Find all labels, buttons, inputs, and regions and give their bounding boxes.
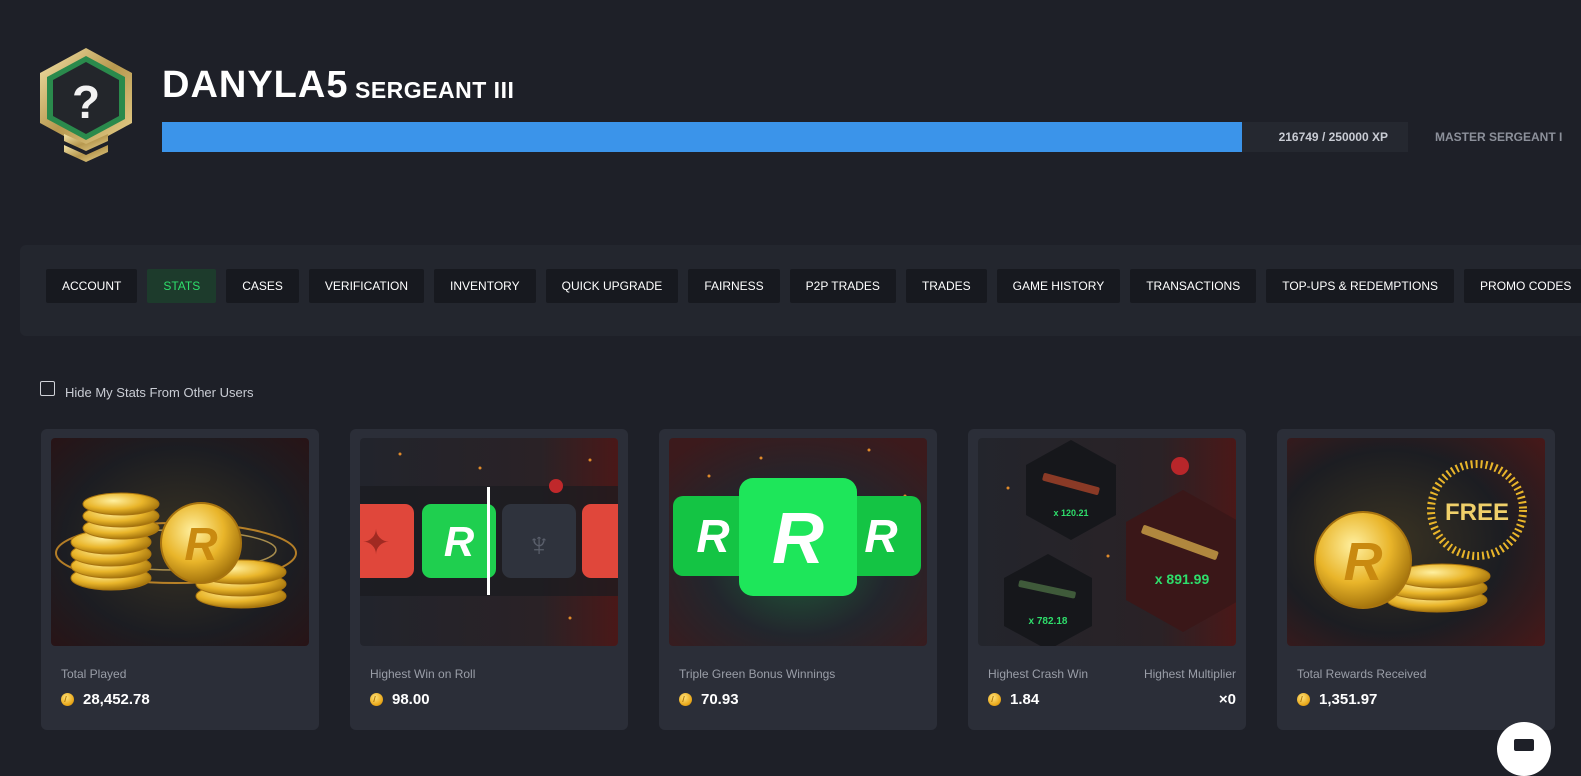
chat-icon[interactable] bbox=[1497, 722, 1551, 776]
card-value-row: 98.00 bbox=[370, 691, 430, 708]
tab-game-history[interactable]: GAME HISTORY bbox=[996, 269, 1121, 303]
card-value: 70.93 bbox=[701, 691, 739, 708]
next-rank: MASTER SERGEANT I bbox=[1435, 130, 1563, 144]
card-value-row: 1,351.97 bbox=[1297, 691, 1377, 708]
svg-text:R: R bbox=[184, 518, 217, 570]
coin-icon bbox=[988, 693, 1001, 706]
svg-text:✦: ✦ bbox=[362, 524, 391, 562]
xp-progress-bar: 216749 / 250000 XP bbox=[162, 122, 1408, 152]
coin-icon bbox=[61, 693, 74, 706]
tab-p2p-trades[interactable]: P2P TRADES bbox=[789, 269, 896, 303]
svg-text:♆: ♆ bbox=[526, 526, 552, 564]
free-text: FREE bbox=[1445, 499, 1509, 526]
tab-account[interactable]: ACCOUNT bbox=[46, 269, 138, 303]
hide-stats-row[interactable]: Hide My Stats From Other Users bbox=[40, 381, 254, 400]
coins-pile-image: R bbox=[51, 438, 309, 646]
tab-stats[interactable]: STATS bbox=[147, 269, 217, 303]
tab-transactions[interactable]: TRANSACTIONS bbox=[1130, 269, 1257, 303]
card-value-secondary: ×0 bbox=[1218, 691, 1236, 708]
card-label: Highest Win on Roll bbox=[370, 667, 476, 681]
svg-text:R: R bbox=[444, 518, 475, 565]
profile-tabs-panel: ACCOUNT STATS CASES VERIFICATION INVENTORY QU… bbox=[20, 245, 1581, 336]
multiplier-label: x 782.18 bbox=[1029, 616, 1068, 627]
card-value-row: 70.93 bbox=[679, 691, 739, 708]
svg-text:?: ? bbox=[72, 76, 100, 128]
card-value-row: 1.84 bbox=[988, 691, 1039, 708]
coin-icon bbox=[679, 693, 692, 706]
current-rank: SERGEANT III bbox=[355, 77, 515, 103]
tab-trades[interactable]: TRADES bbox=[905, 269, 987, 303]
triple-green-image: R R R bbox=[669, 438, 927, 646]
tab-quick-upgrade[interactable]: QUICK UPGRADE bbox=[545, 269, 679, 303]
card-label: Highest Crash Win bbox=[988, 667, 1089, 681]
card-label: Triple Green Bonus Winnings bbox=[679, 667, 836, 681]
card-value: 98.00 bbox=[392, 691, 430, 708]
xp-progress-fill bbox=[162, 122, 1243, 152]
card-value: 28,452.78 bbox=[83, 691, 150, 708]
card-value: 1,351.97 bbox=[1319, 691, 1378, 708]
coin-icon bbox=[370, 693, 383, 706]
crash-weapons-image: x 120.21 x 891.99 x 782.18 bbox=[978, 438, 1236, 646]
card-label: Total Rewards Received bbox=[1297, 667, 1427, 681]
stat-card-highest-crash: x 120.21 x 891.99 x 782.18 Highest Crash… bbox=[968, 429, 1246, 730]
svg-text:R: R bbox=[1344, 532, 1383, 592]
profile-tabs: ACCOUNT STATS CASES VERIFICATION INVENTORY QU… bbox=[46, 269, 1581, 303]
stat-card-total-played: R Total Played 28,452.78 bbox=[41, 429, 319, 730]
tab-cases[interactable]: CASES bbox=[226, 269, 299, 303]
stat-card-highest-win-roll: ✦ R ♆ Highest Win on Roll 98.00 bbox=[350, 429, 628, 730]
card-value: 1.84 bbox=[1010, 691, 1040, 708]
tab-verification[interactable]: VERIFICATION bbox=[308, 269, 425, 303]
tab-top-ups-redemptions[interactable]: TOP-UPS & REDEMPTIONS bbox=[1266, 269, 1455, 303]
tab-promo-codes[interactable]: PROMO CODES bbox=[1464, 269, 1581, 303]
xp-text: 216749 / 250000 XP bbox=[1278, 130, 1388, 144]
coin-icon bbox=[1297, 693, 1310, 706]
multiplier-label: x 891.99 bbox=[1155, 571, 1210, 587]
card-label: Total Played bbox=[61, 667, 127, 681]
multiplier-label: x 120.21 bbox=[1053, 508, 1088, 518]
tab-inventory[interactable]: INVENTORY bbox=[434, 269, 536, 303]
svg-text:R: R bbox=[864, 510, 897, 562]
hide-stats-label: Hide My Stats From Other Users bbox=[65, 385, 254, 400]
card-label-secondary: Highest Multiplier bbox=[1143, 667, 1236, 681]
svg-text:R: R bbox=[772, 499, 824, 579]
card-value-row: 28,452.78 bbox=[61, 691, 150, 708]
free-coins-image: FREE R bbox=[1287, 438, 1545, 646]
svg-text:R: R bbox=[696, 510, 729, 562]
stat-card-triple-green: R R R Triple Green Bonus Winnings 70.93 bbox=[659, 429, 937, 730]
hide-stats-checkbox[interactable] bbox=[40, 381, 55, 396]
tab-fairness[interactable]: FAIRNESS bbox=[688, 269, 780, 303]
roll-strip-image: ✦ R ♆ bbox=[360, 438, 618, 646]
rank-badge-icon: ? bbox=[40, 48, 132, 162]
username: DANYLA5 bbox=[162, 64, 349, 106]
stat-card-total-rewards: FREE R Total Rewards Received 1,351.97 bbox=[1277, 429, 1555, 730]
